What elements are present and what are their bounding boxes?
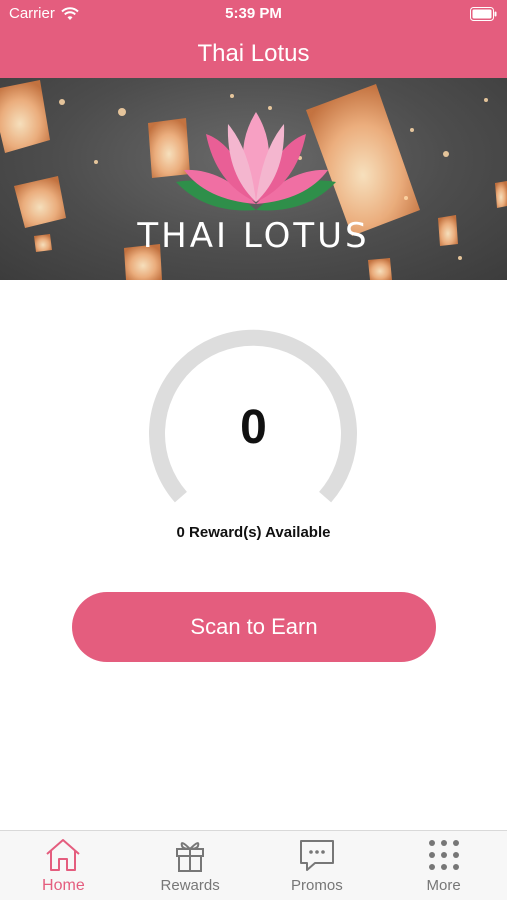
lotus-flower-logo <box>176 112 336 211</box>
tab-rewards-label: Rewards <box>160 877 220 894</box>
rewards-available-text: 0 Reward(s) Available <box>176 524 331 541</box>
battery-icon <box>470 7 497 21</box>
points-value: 0 <box>240 401 267 454</box>
home-icon <box>46 839 81 871</box>
gift-icon <box>176 842 205 872</box>
tab-home-label: Home <box>42 877 85 894</box>
clock: 5:39 PM <box>225 5 282 22</box>
chat-bubble-icon <box>299 840 334 871</box>
hero-banner: THAI LOTUS <box>0 78 507 280</box>
tab-promos[interactable]: Promos <box>254 831 381 900</box>
tab-promos-label: Promos <box>291 877 343 894</box>
status-bar: Carrier 5:39 PM <box>0 0 507 30</box>
page-title: Thai Lotus <box>197 40 310 67</box>
tab-bar: Home Rewards Promos More <box>0 830 507 900</box>
nav-bar: Thai Lotus <box>0 30 507 78</box>
scan-to-earn-button[interactable]: Scan to Earn <box>72 592 436 662</box>
tab-more[interactable]: More <box>380 831 507 900</box>
tab-more-label: More <box>426 877 461 894</box>
tab-home[interactable]: Home <box>0 831 127 900</box>
brand-wordmark: THAI LOTUS <box>137 216 370 256</box>
grid-dots-icon <box>428 840 459 870</box>
tab-rewards[interactable]: Rewards <box>127 831 254 900</box>
